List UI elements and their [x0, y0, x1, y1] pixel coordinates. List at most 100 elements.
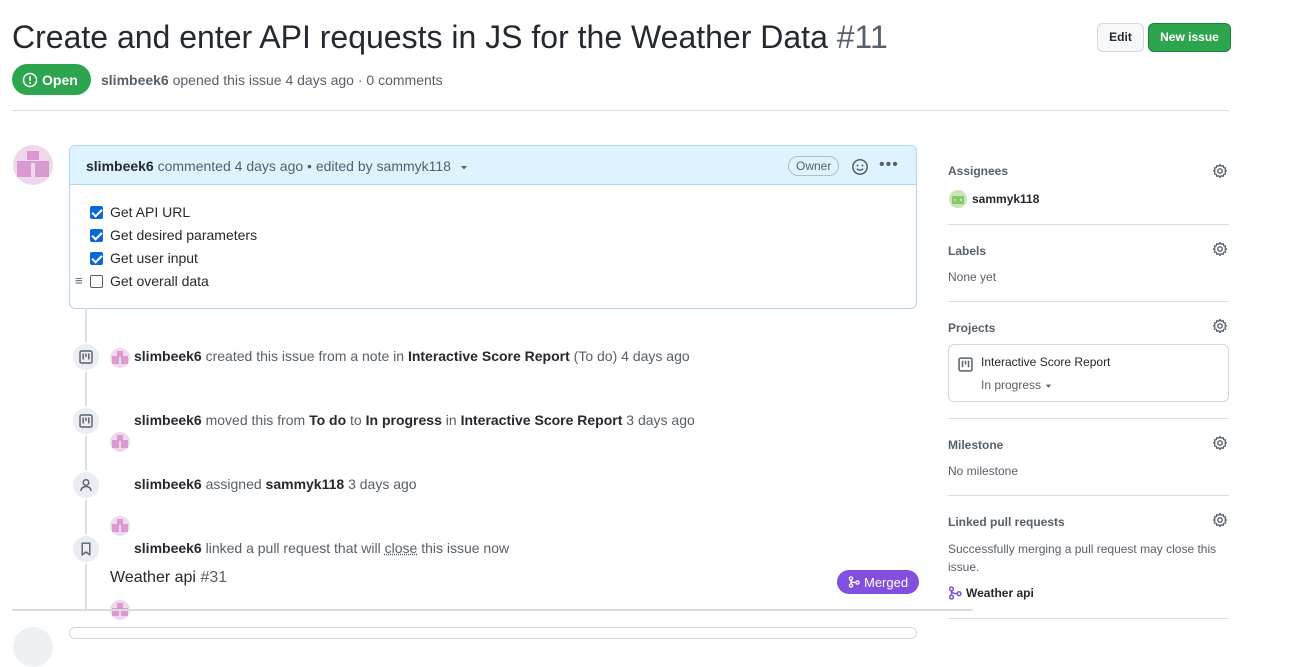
gear-icon[interactable]: [1212, 241, 1228, 260]
owner-badge: Owner: [788, 156, 840, 176]
issue-title: Create and enter API requests in JS for …: [12, 14, 888, 60]
task-item: Get desired parameters: [90, 227, 257, 243]
actor-link[interactable]: slimbeek6: [134, 348, 202, 364]
smiley-icon[interactable]: [851, 158, 869, 179]
gear-icon[interactable]: [1212, 163, 1228, 182]
sidebar-divider: [948, 301, 1229, 302]
sidebar-assignee-name[interactable]: sammyk118: [972, 192, 1039, 206]
git-merge-icon: [848, 576, 860, 588]
actor-avatar[interactable]: [110, 348, 130, 368]
timeline-end-divider: [12, 609, 973, 611]
event-text: this issue now: [421, 540, 510, 556]
project-icon: [71, 342, 101, 372]
sidebar-linked-prs-label: Linked pull requests: [948, 515, 1065, 529]
task-label: Get overall data: [110, 273, 209, 289]
kebab-icon[interactable]: •••: [879, 156, 899, 174]
issue-number: #11: [836, 19, 888, 55]
timeline-event-text: slimbeek6 created this issue from a note…: [134, 348, 690, 364]
event-text: assigned: [205, 476, 262, 492]
gear-icon[interactable]: [1212, 318, 1228, 337]
comment-author-link[interactable]: slimbeek6: [86, 158, 154, 174]
assignee-link[interactable]: sammyk118: [266, 476, 345, 492]
task-label: Get desired parameters: [110, 227, 258, 243]
project-link[interactable]: Interactive Score Report: [461, 412, 623, 428]
issue-state-label: Open: [42, 71, 78, 88]
to-column: In progress: [365, 412, 442, 428]
task-checkbox[interactable]: [90, 251, 103, 265]
project-column-value: In progress: [981, 378, 1042, 392]
close-keyword: close: [384, 540, 418, 556]
sidebar-divider: [948, 418, 1229, 419]
edit-button[interactable]: Edit: [1097, 23, 1144, 52]
issue-author-link[interactable]: slimbeek6: [101, 72, 169, 88]
event-time[interactable]: 4 days ago: [621, 348, 690, 364]
sidebar-linked-pr[interactable]: Weather api: [948, 586, 1034, 600]
event-text: moved this from: [205, 412, 306, 428]
pr-title-text[interactable]: Weather api: [110, 569, 196, 586]
timeline-event-text: slimbeek6 linked a pull request that wil…: [134, 540, 509, 556]
sidebar-labels-value: None yet: [948, 270, 997, 284]
pr-number: #31: [200, 569, 228, 586]
event-text: linked a pull request that will: [205, 540, 381, 556]
assignee-avatar[interactable]: [949, 190, 967, 208]
gear-icon[interactable]: [1212, 435, 1228, 454]
issue-title-text: Create and enter API requests in JS for …: [12, 19, 828, 55]
project-icon: [71, 406, 101, 436]
actor-link[interactable]: slimbeek6: [134, 476, 202, 492]
author-avatar[interactable]: [13, 145, 53, 185]
task-item: Get user input: [90, 250, 198, 266]
event-text: created this issue from a note in: [205, 348, 405, 364]
issue-meta: slimbeek6 opened this issue 4 days ago ·…: [101, 72, 443, 88]
linked-prs-description: Successfully merging a pull request may …: [948, 542, 1217, 574]
next-comment-box: [69, 627, 917, 639]
task-label: Get API URL: [110, 204, 191, 220]
event-column: (To do): [573, 348, 618, 364]
sidebar-divider: [948, 495, 1229, 496]
sidebar-milestone-value: No milestone: [948, 464, 1019, 478]
sidebar-labels-label: Labels: [948, 244, 987, 258]
issue-state-badge: Open: [12, 64, 91, 95]
project-column-select[interactable]: In progress: [981, 378, 1053, 392]
project-name-link[interactable]: Interactive Score Report: [981, 355, 1110, 369]
task-checkbox[interactable]: [90, 228, 103, 242]
sidebar-milestone-label: Milestone: [948, 438, 1004, 452]
actor-avatar[interactable]: [110, 432, 130, 452]
task-label: Get user input: [110, 250, 198, 266]
triangle-down-icon: [1046, 384, 1052, 389]
event-text: in: [445, 412, 457, 428]
linked-pr-title[interactable]: Weather api #31: [110, 569, 227, 587]
comment-header-text: slimbeek6 commented 4 days ago • edited …: [86, 158, 469, 174]
event-time[interactable]: 3 days ago: [626, 412, 695, 428]
timeline-event-text: slimbeek6 moved this from To do to In pr…: [134, 412, 695, 428]
issue-opened-icon: [22, 72, 38, 87]
event-time[interactable]: 3 days ago: [348, 476, 417, 492]
actor-link[interactable]: slimbeek6: [134, 540, 202, 556]
new-issue-button[interactable]: New issue: [1148, 23, 1231, 52]
git-merge-icon: [948, 586, 962, 600]
project-link[interactable]: Interactive Score Report: [408, 348, 570, 364]
header-divider: [12, 110, 1229, 111]
task-checkbox[interactable]: [90, 274, 103, 288]
sidebar-divider: [948, 224, 1229, 225]
sidebar-assignees-label: Assignees: [948, 164, 1009, 178]
project-icon: [958, 357, 973, 375]
event-text: to: [350, 412, 362, 428]
sidebar-projects-label: Projects: [948, 321, 996, 335]
drag-handle-icon[interactable]: ≡: [75, 273, 83, 288]
actor-avatar[interactable]: [110, 516, 130, 536]
bookmark-icon: [71, 534, 101, 564]
task-item: Get overall data: [90, 273, 209, 289]
sidebar-linked-pr-title[interactable]: Weather api: [966, 586, 1034, 600]
comment-meta: commented 4 days ago • edited by sammyk1…: [157, 158, 451, 174]
project-card: [948, 344, 1229, 402]
gear-icon[interactable]: [1212, 512, 1228, 531]
next-avatar: [13, 627, 53, 667]
from-column: To do: [309, 412, 347, 428]
merged-badge: Merged: [837, 570, 920, 594]
timeline-event-text: slimbeek6 assigned sammyk118 3 days ago: [134, 476, 417, 492]
actor-link[interactable]: slimbeek6: [134, 412, 202, 428]
triangle-down-icon[interactable]: [459, 162, 469, 172]
issue-opened-text: opened this issue 4 days ago · 0 comment…: [172, 72, 443, 88]
task-checkbox[interactable]: [90, 205, 103, 219]
person-icon: [71, 470, 101, 500]
